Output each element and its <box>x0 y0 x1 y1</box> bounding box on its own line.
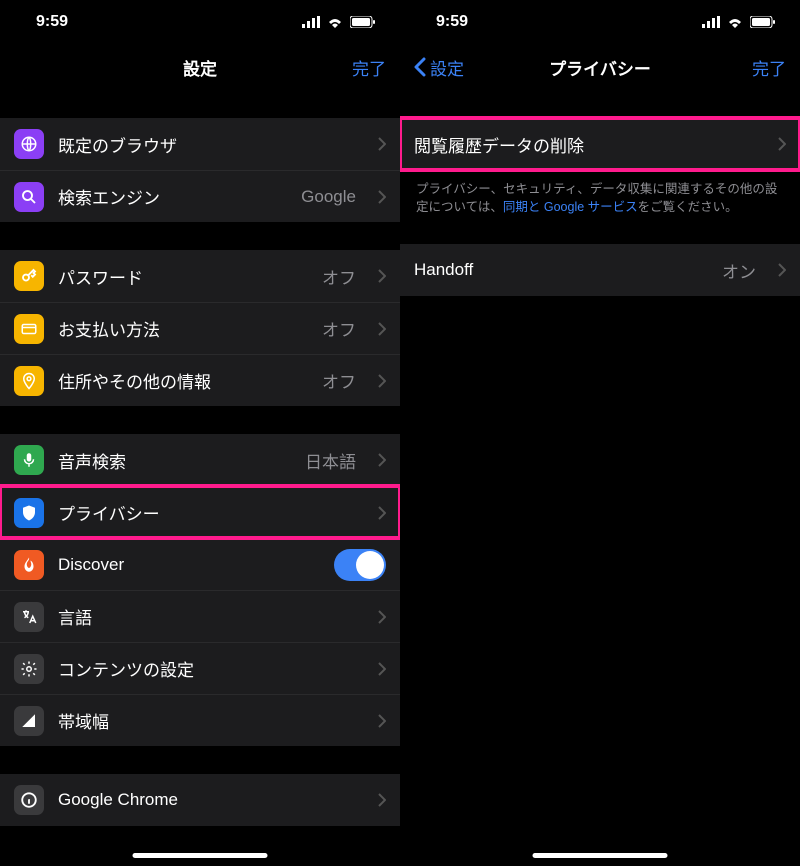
back-label: 設定 <box>430 55 464 80</box>
flame-icon <box>14 550 44 580</box>
chevron-right-icon <box>378 190 386 204</box>
info-icon <box>14 785 44 815</box>
settings-screen: 9:59 設定 完了 既定のブラウザ 検索エンジン Google パスワード <box>0 0 400 866</box>
signal-icon <box>702 16 720 28</box>
sync-services-link[interactable]: 同期と Google サービス <box>503 200 638 214</box>
row-value: オフ <box>322 316 356 341</box>
footer-post: をご覧ください。 <box>638 200 738 214</box>
row-label: プライバシー <box>58 500 356 525</box>
done-button[interactable]: 完了 <box>752 55 786 80</box>
settings-group-advanced: 音声検索 日本語 プライバシー Discover 言語 コンテンツの設定 帯域幅 <box>0 434 400 746</box>
globe-icon <box>14 129 44 159</box>
chevron-right-icon <box>378 793 386 807</box>
row-language[interactable]: 言語 <box>0 590 400 642</box>
status-bar: 9:59 <box>0 0 400 44</box>
row-label: パスワード <box>58 264 308 289</box>
row-value: オフ <box>322 264 356 289</box>
row-bandwidth[interactable]: 帯域幅 <box>0 694 400 746</box>
discover-toggle[interactable] <box>334 549 386 581</box>
home-indicator[interactable] <box>133 853 268 858</box>
shield-icon <box>14 498 44 528</box>
status-bar: 9:59 <box>400 0 800 44</box>
gear-icon <box>14 654 44 684</box>
row-passwords[interactable]: パスワード オフ <box>0 250 400 302</box>
nav-bar: 設定 完了 <box>0 44 400 90</box>
chevron-right-icon <box>378 322 386 336</box>
row-content-settings[interactable]: コンテンツの設定 <box>0 642 400 694</box>
done-button[interactable]: 完了 <box>352 55 386 80</box>
wifi-icon <box>326 16 344 28</box>
translate-icon <box>14 602 44 632</box>
wifi-icon <box>726 16 744 28</box>
location-icon <box>14 366 44 396</box>
privacy-footer-text: プライバシー、セキュリティ、データ収集に関連するその他の設定については、同期と … <box>400 170 800 216</box>
chevron-right-icon <box>378 714 386 728</box>
row-handoff[interactable]: Handoff オン <box>400 244 800 296</box>
chevron-left-icon <box>414 57 426 77</box>
row-label: 閲覧履歴データの削除 <box>414 132 756 157</box>
row-label: Discover <box>58 555 320 575</box>
status-icons <box>702 16 776 28</box>
mic-icon <box>14 445 44 475</box>
row-value: Google <box>301 187 356 207</box>
nav-bar: 設定 プライバシー 完了 <box>400 44 800 90</box>
settings-group-browser: 既定のブラウザ 検索エンジン Google <box>0 118 400 222</box>
chevron-right-icon <box>378 137 386 151</box>
chevron-right-icon <box>378 453 386 467</box>
row-payment[interactable]: お支払い方法 オフ <box>0 302 400 354</box>
card-icon <box>14 314 44 344</box>
battery-icon <box>750 16 776 28</box>
row-label: 検索エンジン <box>58 184 287 209</box>
nav-title: 設定 <box>0 55 400 80</box>
chevron-right-icon <box>778 137 786 151</box>
row-default-browser[interactable]: 既定のブラウザ <box>0 118 400 170</box>
row-addresses[interactable]: 住所やその他の情報 オフ <box>0 354 400 406</box>
row-label: Google Chrome <box>58 790 356 810</box>
row-voice-search[interactable]: 音声検索 日本語 <box>0 434 400 486</box>
row-google-chrome[interactable]: Google Chrome <box>0 774 400 826</box>
key-icon <box>14 261 44 291</box>
privacy-group-handoff: Handoff オン <box>400 244 800 296</box>
bandwidth-icon <box>14 706 44 736</box>
row-label: 音声検索 <box>58 448 291 473</box>
row-label: 住所やその他の情報 <box>58 368 308 393</box>
row-privacy[interactable]: プライバシー <box>0 486 400 538</box>
home-indicator[interactable] <box>533 853 668 858</box>
chevron-right-icon <box>378 662 386 676</box>
row-label: コンテンツの設定 <box>58 656 356 681</box>
settings-group-autofill: パスワード オフ お支払い方法 オフ 住所やその他の情報 オフ <box>0 250 400 406</box>
row-label: Handoff <box>414 260 708 280</box>
status-time: 9:59 <box>436 13 468 31</box>
row-search-engine[interactable]: 検索エンジン Google <box>0 170 400 222</box>
chevron-right-icon <box>378 610 386 624</box>
battery-icon <box>350 16 376 28</box>
chevron-right-icon <box>378 506 386 520</box>
settings-group-about: Google Chrome <box>0 774 400 826</box>
row-label: 言語 <box>58 604 356 629</box>
row-value: オン <box>722 258 756 283</box>
chevron-right-icon <box>378 269 386 283</box>
row-label: お支払い方法 <box>58 316 308 341</box>
signal-icon <box>302 16 320 28</box>
privacy-screen: 9:59 設定 プライバシー 完了 閲覧履歴データの削除 プライバシー、セキュリ… <box>400 0 800 866</box>
privacy-group-clear: 閲覧履歴データの削除 <box>400 118 800 170</box>
row-clear-browsing-data[interactable]: 閲覧履歴データの削除 <box>400 118 800 170</box>
row-label: 既定のブラウザ <box>58 132 356 157</box>
status-icons <box>302 16 376 28</box>
row-discover[interactable]: Discover <box>0 538 400 590</box>
chevron-right-icon <box>378 374 386 388</box>
search-icon <box>14 182 44 212</box>
row-label: 帯域幅 <box>58 708 356 733</box>
row-value: 日本語 <box>305 448 356 473</box>
back-button[interactable]: 設定 <box>414 55 464 80</box>
chevron-right-icon <box>778 263 786 277</box>
status-time: 9:59 <box>36 13 68 31</box>
row-value: オフ <box>322 368 356 393</box>
